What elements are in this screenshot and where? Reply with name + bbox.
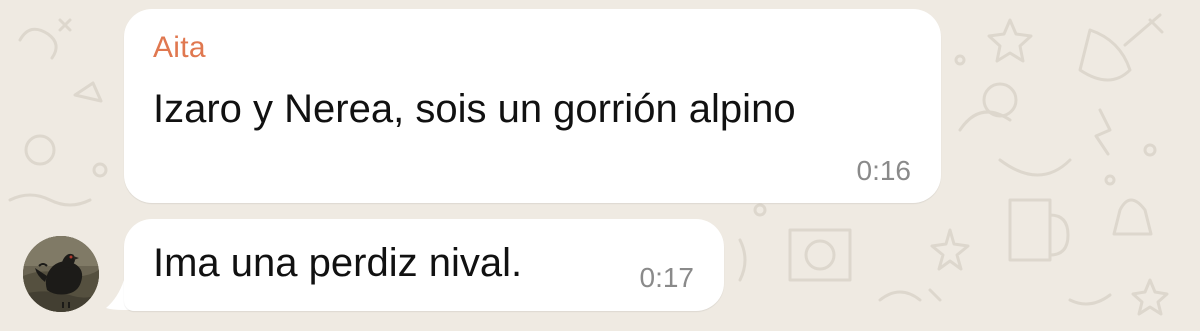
- message-bubble[interactable]: Ima una perdiz nival. 0:17: [124, 219, 724, 311]
- message-text: Ima una perdiz nival.: [153, 241, 523, 285]
- bird-photo-icon: [23, 236, 99, 312]
- message-bubble[interactable]: Aita Izaro y Nerea, sois un gorrión alpi…: [124, 9, 941, 203]
- sender-name[interactable]: Aita: [153, 31, 206, 65]
- message-timestamp: 0:17: [639, 262, 695, 293]
- message-timestamp: 0:16: [856, 155, 912, 186]
- bird-photo-avatar[interactable]: [23, 236, 99, 312]
- message-text: Izaro y Nerea, sois un gorrión alpino: [153, 87, 796, 131]
